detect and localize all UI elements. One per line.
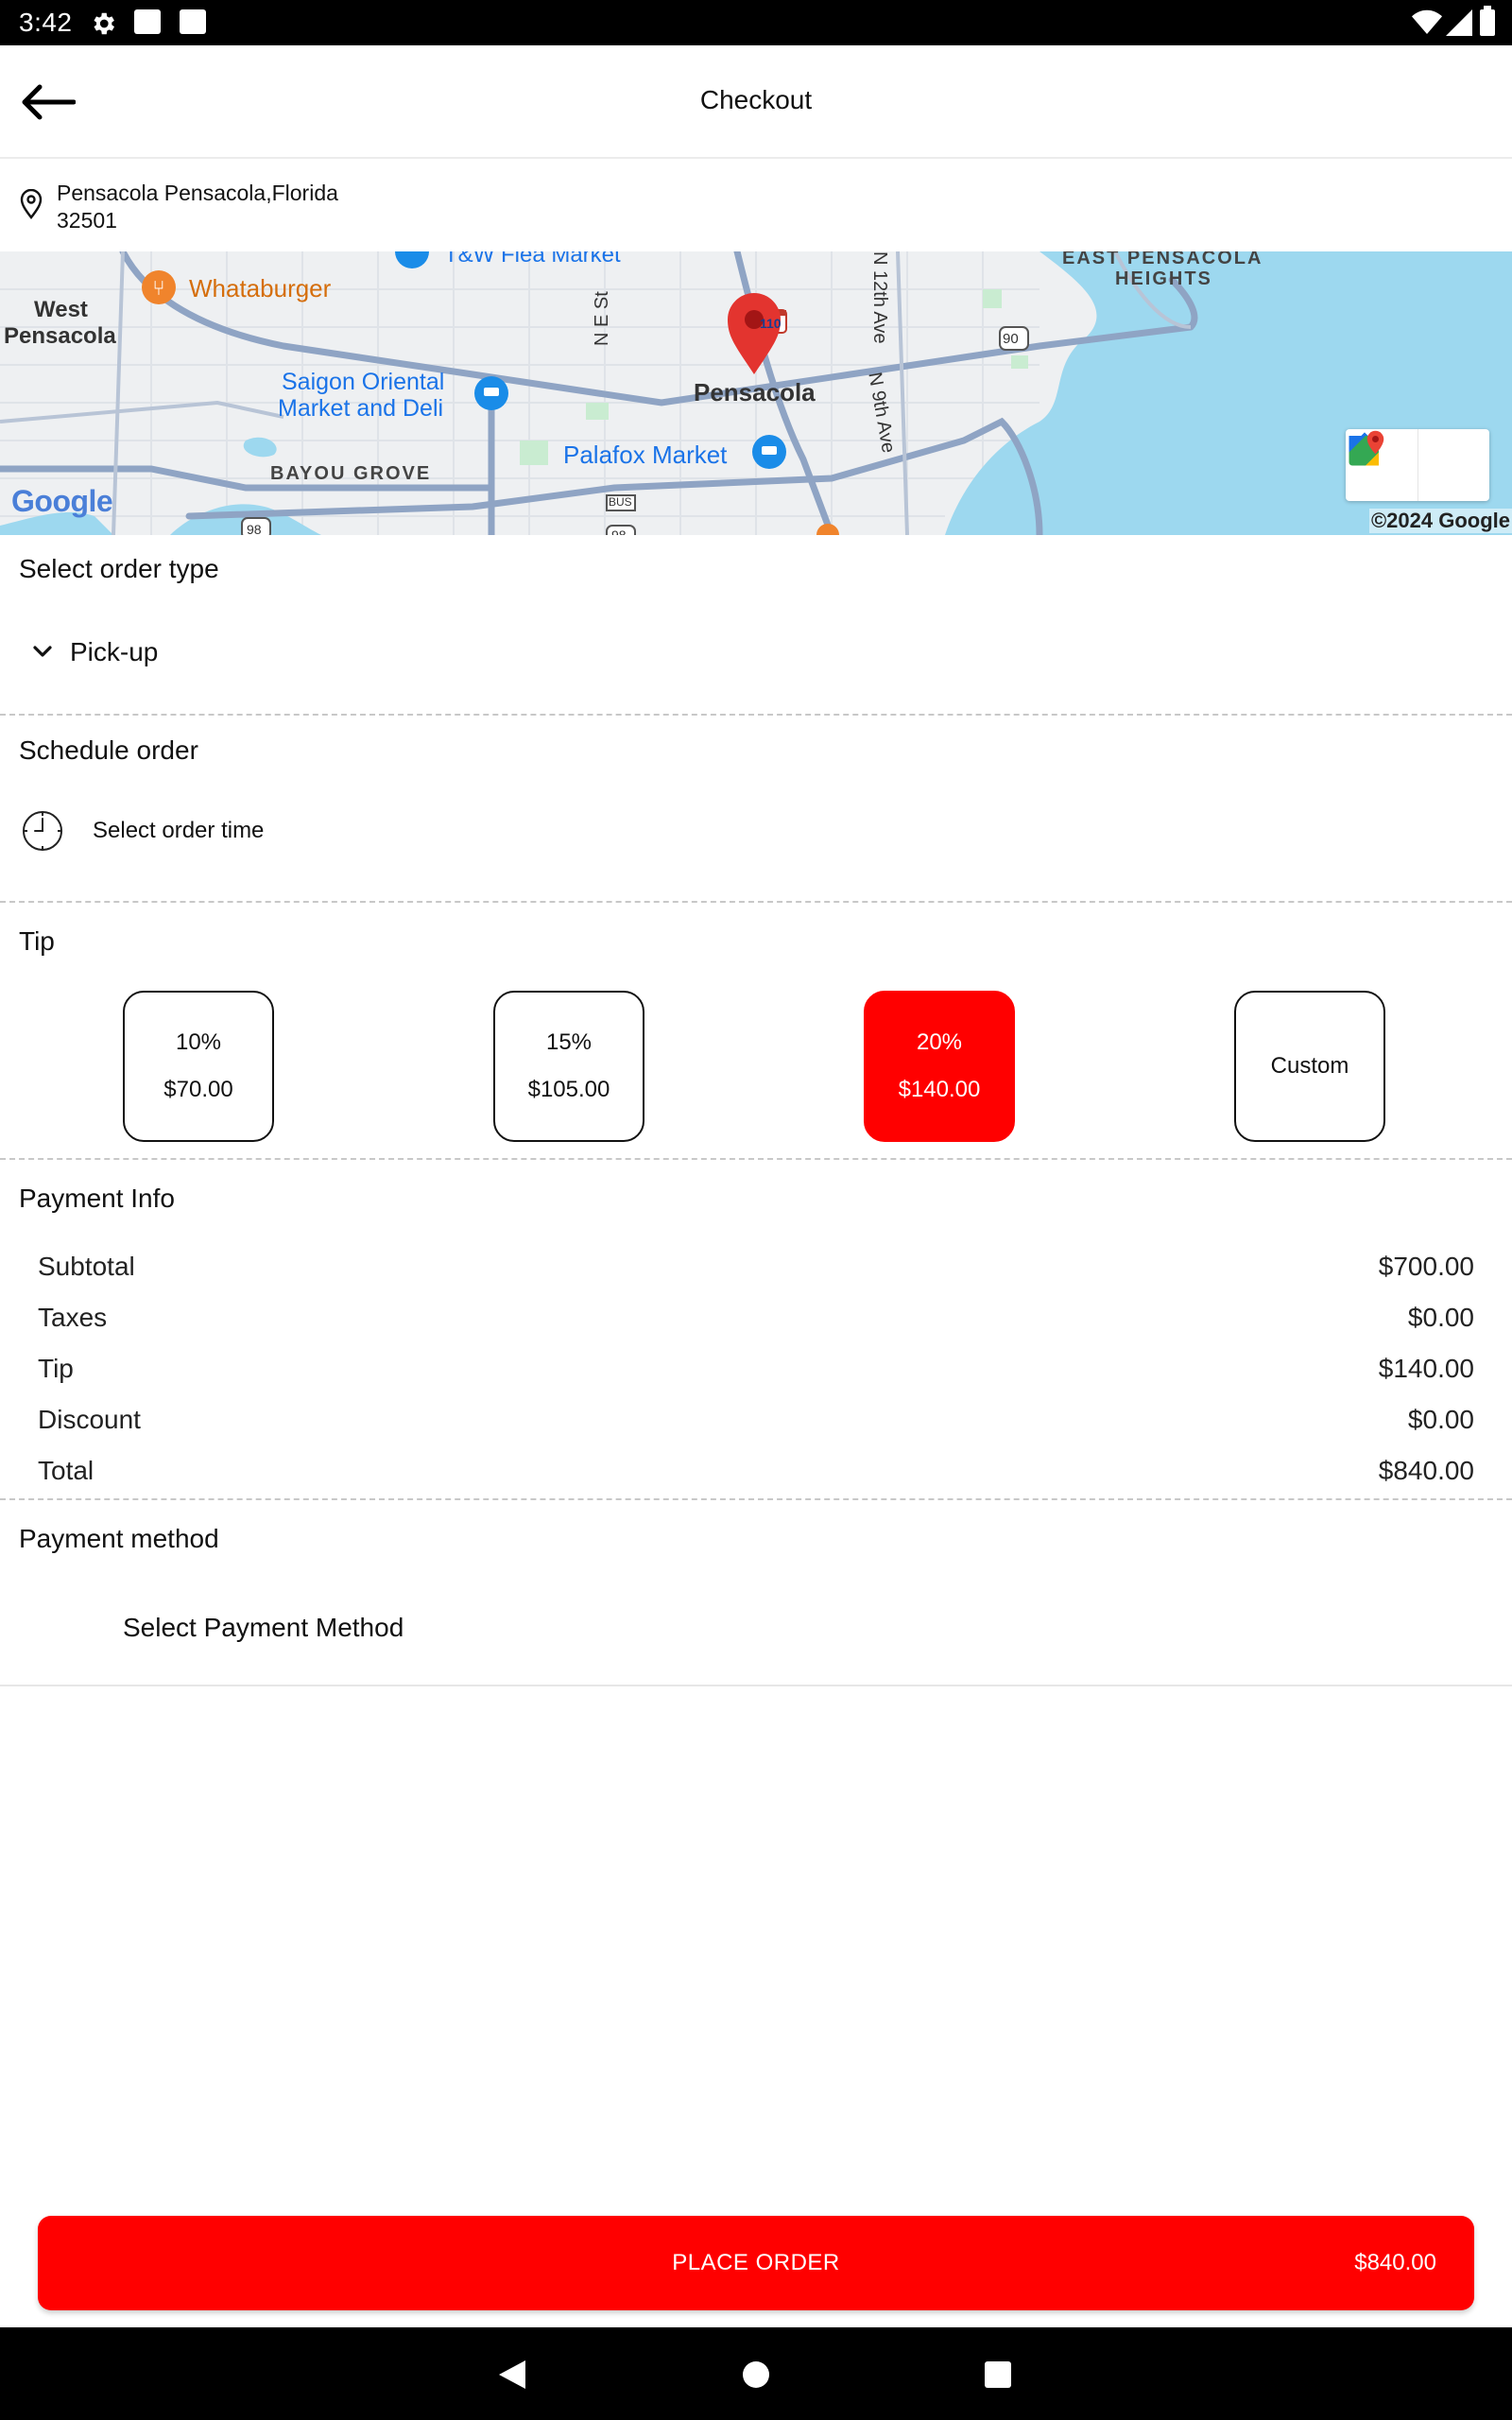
settings-gear-icon bbox=[89, 9, 117, 43]
tip-percent: 10% bbox=[175, 1029, 222, 1055]
status-time: 3:42 bbox=[19, 8, 73, 37]
divider bbox=[0, 1685, 1512, 1686]
map-label: N E St bbox=[592, 291, 612, 346]
map-label: Market and Deli bbox=[278, 395, 444, 422]
map-label: Palafox Market bbox=[563, 441, 728, 469]
payment-row-label: Subtotal bbox=[38, 1252, 135, 1281]
nav-home-button[interactable] bbox=[728, 2346, 784, 2403]
place-order-button[interactable]: PLACE ORDER $840.00 bbox=[38, 2216, 1474, 2310]
open-in-maps-button[interactable] bbox=[1349, 429, 1489, 501]
chevron-down-icon bbox=[33, 646, 52, 657]
payment-row-discount: Discount $0.00 bbox=[38, 1405, 1474, 1443]
map-label: Pensacola bbox=[4, 323, 116, 349]
tip-option-custom[interactable]: Custom bbox=[1234, 991, 1385, 1142]
signal-icon bbox=[1446, 9, 1472, 41]
google-maps-icon bbox=[1349, 430, 1384, 466]
payment-info-title: Payment Info bbox=[19, 1184, 175, 1213]
notification-icon bbox=[180, 9, 206, 34]
page-title: Checkout bbox=[699, 85, 813, 114]
nav-back-button[interactable] bbox=[484, 2346, 541, 2403]
map-label: HEIGHTS bbox=[1115, 268, 1212, 289]
divider bbox=[0, 901, 1512, 903]
location-address: Pensacola Pensacola,Florida 32501 bbox=[57, 180, 454, 234]
battery-icon bbox=[1480, 6, 1495, 36]
place-order-amount: $840.00 bbox=[1354, 2250, 1436, 2275]
tip-option-20[interactable]: 20% $140.00 bbox=[864, 991, 1015, 1142]
status-bar: 3:42 bbox=[0, 0, 1512, 45]
location-zip: 32501 bbox=[57, 208, 117, 233]
map-label: 90 bbox=[1003, 331, 1019, 347]
payment-row-value: $840.00 bbox=[1378, 1456, 1474, 1485]
payment-row-taxes: Taxes $0.00 bbox=[38, 1303, 1474, 1340]
map-label: West bbox=[34, 297, 88, 322]
map-label: N 12th Ave bbox=[869, 251, 890, 344]
payment-row-label: Discount bbox=[38, 1405, 141, 1434]
schedule-title: Schedule order bbox=[19, 735, 198, 765]
order-type-dropdown[interactable]: Pick-up bbox=[32, 637, 158, 667]
select-payment-method[interactable]: Select Payment Method bbox=[123, 1613, 404, 1643]
map-label: 110 bbox=[760, 316, 782, 331]
nav-recents-button[interactable] bbox=[970, 2346, 1026, 2403]
app-bar: Checkout bbox=[0, 45, 1512, 159]
tip-amount: $105.00 bbox=[527, 1077, 610, 1102]
map-label: 98 bbox=[611, 527, 627, 535]
tip-amount: $140.00 bbox=[898, 1077, 981, 1102]
pickup-location: Pensacola Pensacola,Florida 32501 bbox=[0, 161, 1512, 251]
triangle-back-icon bbox=[499, 2360, 525, 2389]
map-label: BUS bbox=[609, 495, 632, 509]
tip-option-15[interactable]: 15% $105.00 bbox=[493, 991, 644, 1142]
divider bbox=[0, 714, 1512, 716]
circle-home-icon bbox=[743, 2361, 769, 2388]
select-order-time-label: Select order time bbox=[93, 818, 265, 843]
payment-row-value: $700.00 bbox=[1378, 1252, 1474, 1281]
map-copyright: ©2024 Google bbox=[1368, 509, 1512, 533]
map-label: BAYOU GROVE bbox=[270, 463, 432, 484]
divider bbox=[0, 1498, 1512, 1500]
map-label: T&W Flea Market bbox=[444, 251, 621, 268]
payment-method-title: Payment method bbox=[19, 1524, 219, 1553]
tip-percent: 15% bbox=[545, 1029, 593, 1055]
wifi-icon bbox=[1412, 9, 1442, 41]
clock-icon bbox=[23, 811, 62, 851]
place-order-label: PLACE ORDER bbox=[672, 2250, 840, 2275]
tip-custom-label: Custom bbox=[1270, 1053, 1349, 1079]
payment-row-value: $140.00 bbox=[1378, 1354, 1474, 1383]
map-label: Pensacola bbox=[694, 378, 816, 406]
map-toolbar bbox=[1346, 429, 1489, 501]
order-type-title: Select order type bbox=[19, 554, 219, 583]
square-recents-icon bbox=[985, 2361, 1011, 2388]
svg-text:⑂: ⑂ bbox=[152, 277, 164, 301]
select-order-time[interactable]: Select order time bbox=[21, 809, 264, 853]
payment-row-label: Tip bbox=[38, 1354, 74, 1383]
order-type-value: Pick-up bbox=[70, 637, 159, 666]
map-label: Saigon Oriental bbox=[282, 369, 445, 395]
map-view[interactable]: ⑂ West Pensacola Whataburger T&W Flea Ma… bbox=[0, 251, 1512, 535]
payment-row-subtotal: Subtotal $700.00 bbox=[38, 1252, 1474, 1289]
tip-percent: 20% bbox=[916, 1029, 963, 1055]
google-logo: Google bbox=[11, 484, 113, 518]
tip-amount: $70.00 bbox=[163, 1077, 233, 1102]
payment-row-label: Taxes bbox=[38, 1303, 108, 1332]
divider bbox=[0, 1158, 1512, 1160]
payment-row-value: $0.00 bbox=[1407, 1405, 1474, 1434]
payment-row-label: Total bbox=[38, 1456, 94, 1485]
payment-row-value: $0.00 bbox=[1407, 1303, 1474, 1332]
system-nav-bar bbox=[0, 2327, 1512, 2420]
map-label: EAST PENSACOLA bbox=[1062, 251, 1263, 268]
location-city: Pensacola Pensacola,Florida bbox=[57, 181, 338, 205]
tip-option-10[interactable]: 10% $70.00 bbox=[123, 991, 274, 1142]
payment-row-total: Total $840.00 bbox=[38, 1456, 1474, 1494]
tip-title: Tip bbox=[19, 926, 55, 956]
map-label: 98 bbox=[247, 522, 262, 535]
notification-icon bbox=[134, 9, 161, 34]
location-pin-icon bbox=[19, 188, 43, 224]
payment-row-tip: Tip $140.00 bbox=[38, 1354, 1474, 1392]
map-label: Whataburger bbox=[189, 274, 332, 302]
